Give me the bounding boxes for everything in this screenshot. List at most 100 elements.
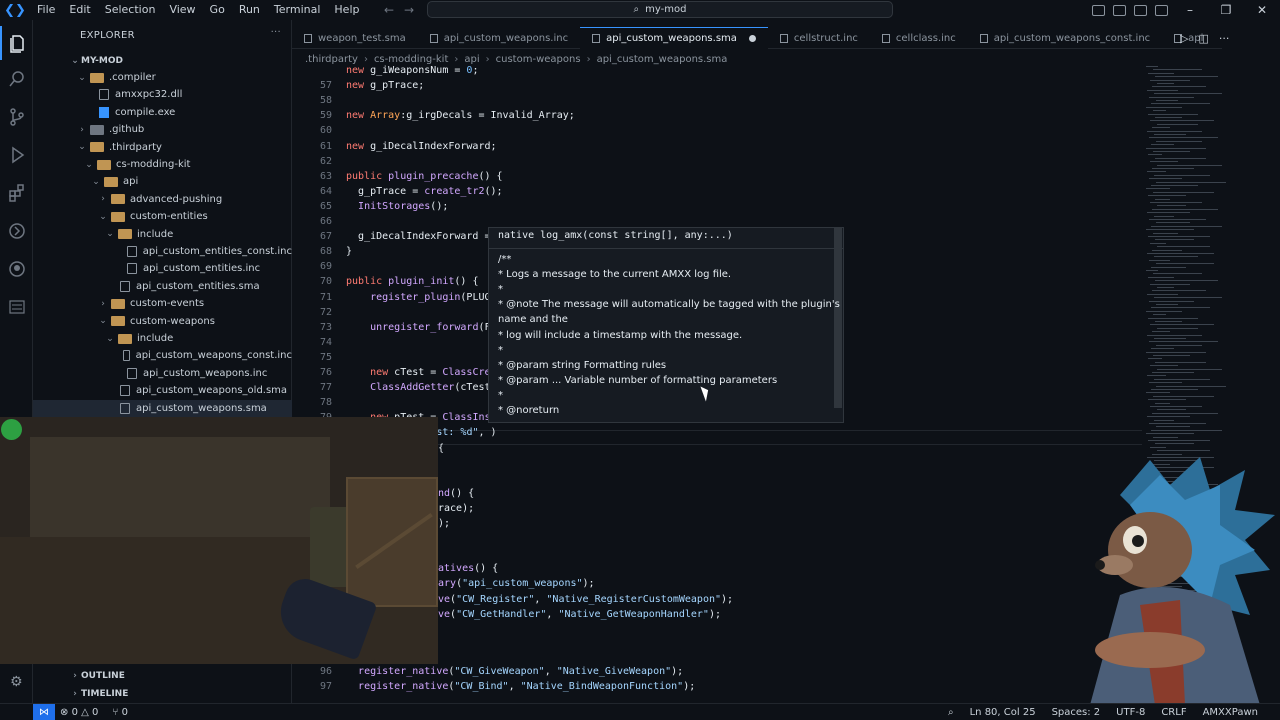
github-icon[interactable] (0, 252, 33, 286)
code-line[interactable]: new Array:g_irgDecals = Invalid_Array; (346, 110, 575, 121)
tree-folder[interactable]: ⌄ custom-entities (33, 208, 292, 225)
code-line[interactable]: register_native("CW_GiveWeapon", "Native… (346, 666, 683, 677)
minimap-line (1155, 157, 1206, 159)
customize-layout-icon[interactable] (1155, 4, 1168, 16)
toggle-panel-icon[interactable] (1113, 4, 1126, 16)
code-line[interactable]: g_pTrace = create_tr2(); (346, 186, 503, 197)
minimap-line (1152, 412, 1218, 414)
tree-file[interactable]: api_custom_entities.sma (33, 278, 292, 295)
menu-terminal[interactable]: Terminal (267, 0, 328, 20)
code-fragment[interactable]: nd() { (438, 488, 474, 499)
outline-panel[interactable]: › OUTLINE (33, 667, 292, 684)
tree-folder[interactable]: ⌄ include (33, 330, 292, 347)
code-line[interactable]: register_native("CW_Bind", "Native_BindW… (346, 681, 695, 692)
tree-folder[interactable]: ⌄ .compiler (33, 69, 292, 86)
code-line[interactable]: new g_iWeaponsNum = 0; (346, 65, 478, 76)
code-fragment[interactable]: { (438, 443, 444, 454)
command-center[interactable]: ⌕ my-mod (427, 1, 893, 18)
file-icon (979, 33, 988, 43)
more-icon[interactable]: ··· (1219, 32, 1230, 45)
code-fragment[interactable]: ve("CW_Register", "Native_RegisterCustom… (438, 594, 733, 605)
indentation[interactable]: Spaces: 2 (1052, 707, 1101, 718)
tree-file[interactable]: amxxpc32.dll (33, 86, 292, 103)
toggle-sidebar-icon[interactable] (1092, 4, 1105, 16)
tree-folder[interactable]: ⌄ api (33, 173, 292, 190)
code-fragment[interactable]: atives() { (438, 563, 498, 574)
ports-indicator[interactable]: ⑂ 0 (112, 707, 128, 718)
code-line[interactable]: public plugin_precache() { (346, 171, 503, 182)
code-fragment[interactable]: race); (438, 503, 474, 514)
close-button[interactable]: ✕ (1244, 3, 1280, 17)
workspace-title: my-mod (645, 4, 687, 15)
maximize-button[interactable]: ❐ (1208, 3, 1244, 17)
menu-file[interactable]: File (30, 0, 62, 20)
zoom-icon[interactable]: ⌕ (948, 707, 954, 718)
split-editor-icon[interactable]: ◫ (1198, 32, 1208, 45)
workspace-root-label: MY-MOD (81, 55, 123, 66)
minimap-line (1151, 225, 1222, 227)
tree-file[interactable]: api_custom_weapons.inc (33, 365, 292, 382)
menu-edit[interactable]: Edit (62, 0, 97, 20)
workspace-root[interactable]: ⌄ MY-MOD (33, 52, 292, 69)
tree-file[interactable]: api_custom_weapons_old.sma (33, 382, 292, 399)
code-line[interactable]: InitStorages(); (346, 201, 448, 212)
tree-folder[interactable]: ⌄ cs-modding-kit (33, 156, 292, 173)
tree-file[interactable]: api_custom_entities.inc (33, 260, 292, 277)
remote-explorer-icon[interactable] (0, 214, 33, 248)
tree-file[interactable]: api_custom_entities_const.inc (33, 243, 292, 260)
editor-tab[interactable]: api_custom_weapons_const.inc (968, 27, 1162, 49)
editor-tab[interactable]: cellclass.inc (870, 27, 968, 49)
extensions-icon[interactable] (0, 176, 33, 210)
code-fragment[interactable]: ve("CW_GetHandler", "Native_GetWeaponHan… (438, 609, 721, 620)
menu-view[interactable]: View (162, 0, 202, 20)
minimap-line (1153, 191, 1214, 193)
tree-folder[interactable]: › .github (33, 121, 292, 138)
language-mode[interactable]: AMXXPawn (1203, 707, 1258, 718)
tree-folder[interactable]: ⌄ .thirdparty (33, 139, 292, 156)
cursor-position[interactable]: Ln 80, Col 25 (970, 707, 1036, 718)
minimap-line (1156, 181, 1226, 183)
toggle-secondary-sidebar-icon[interactable] (1134, 4, 1147, 16)
editor-tab[interactable]: cellstruct.inc (768, 27, 870, 49)
code-line[interactable]: public plugin_init() { (346, 276, 478, 287)
timeline-panel[interactable]: › TIMELINE (33, 685, 292, 702)
editor-tab[interactable]: api_custom_weapons.sma (580, 27, 768, 49)
search-icon[interactable] (0, 62, 33, 96)
tree-folder[interactable]: › advanced-pushing (33, 191, 292, 208)
run-debug-icon[interactable] (0, 138, 33, 172)
code-fragment[interactable]: ); (438, 518, 450, 529)
tree-folder[interactable]: ⌄ include (33, 226, 292, 243)
explorer-icon[interactable] (0, 26, 33, 60)
problems-indicator[interactable]: ⊗ 0 △ 0 (60, 707, 98, 718)
editor-tab[interactable]: api_custom_weapons.inc (418, 27, 580, 49)
tree-file[interactable]: api_custom_weapons_const.inc (33, 347, 292, 364)
unsaved-dot-icon[interactable] (748, 35, 756, 42)
source-control-icon[interactable] (0, 100, 33, 134)
menu-go[interactable]: Go (203, 0, 232, 20)
hover-scrollbar[interactable] (834, 228, 842, 408)
minimize-button[interactable]: – (1172, 3, 1208, 17)
code-line[interactable]: new g_pTrace; (346, 80, 424, 91)
code-line[interactable]: } (346, 246, 352, 257)
menu-help[interactable]: Help (327, 0, 366, 20)
remote-indicator-icon[interactable]: ⋈ (33, 704, 55, 720)
editor-tab[interactable]: weapon_test.sma (292, 27, 418, 49)
tree-folder[interactable]: › custom-events (33, 295, 292, 312)
tree-file[interactable]: api_custom_weapons.sma (33, 399, 292, 417)
settings-gear-icon[interactable]: ⚙ (10, 674, 23, 690)
code-line[interactable]: new g_iDecalIndexForward; (346, 141, 497, 152)
menu-selection[interactable]: Selection (98, 0, 163, 20)
encoding[interactable]: UTF-8 (1116, 707, 1145, 718)
minimap-line (1156, 426, 1190, 428)
nav-arrows[interactable]: ←→ (384, 0, 424, 20)
code-fragment[interactable]: ary("api_custom_weapons"); (438, 578, 595, 589)
gpt-icon[interactable] (0, 290, 33, 324)
tree-item-label: api (123, 176, 139, 188)
run-icon[interactable]: ▷ (1180, 32, 1188, 45)
line-ending[interactable]: CRLF (1161, 707, 1186, 718)
menu-run[interactable]: Run (232, 0, 267, 20)
timeline-label: TIMELINE (81, 688, 129, 699)
tree-file[interactable]: compile.exe (33, 104, 292, 121)
tree-folder[interactable]: ⌄ custom-weapons (33, 313, 292, 330)
more-actions-icon[interactable]: ··· (271, 27, 281, 38)
